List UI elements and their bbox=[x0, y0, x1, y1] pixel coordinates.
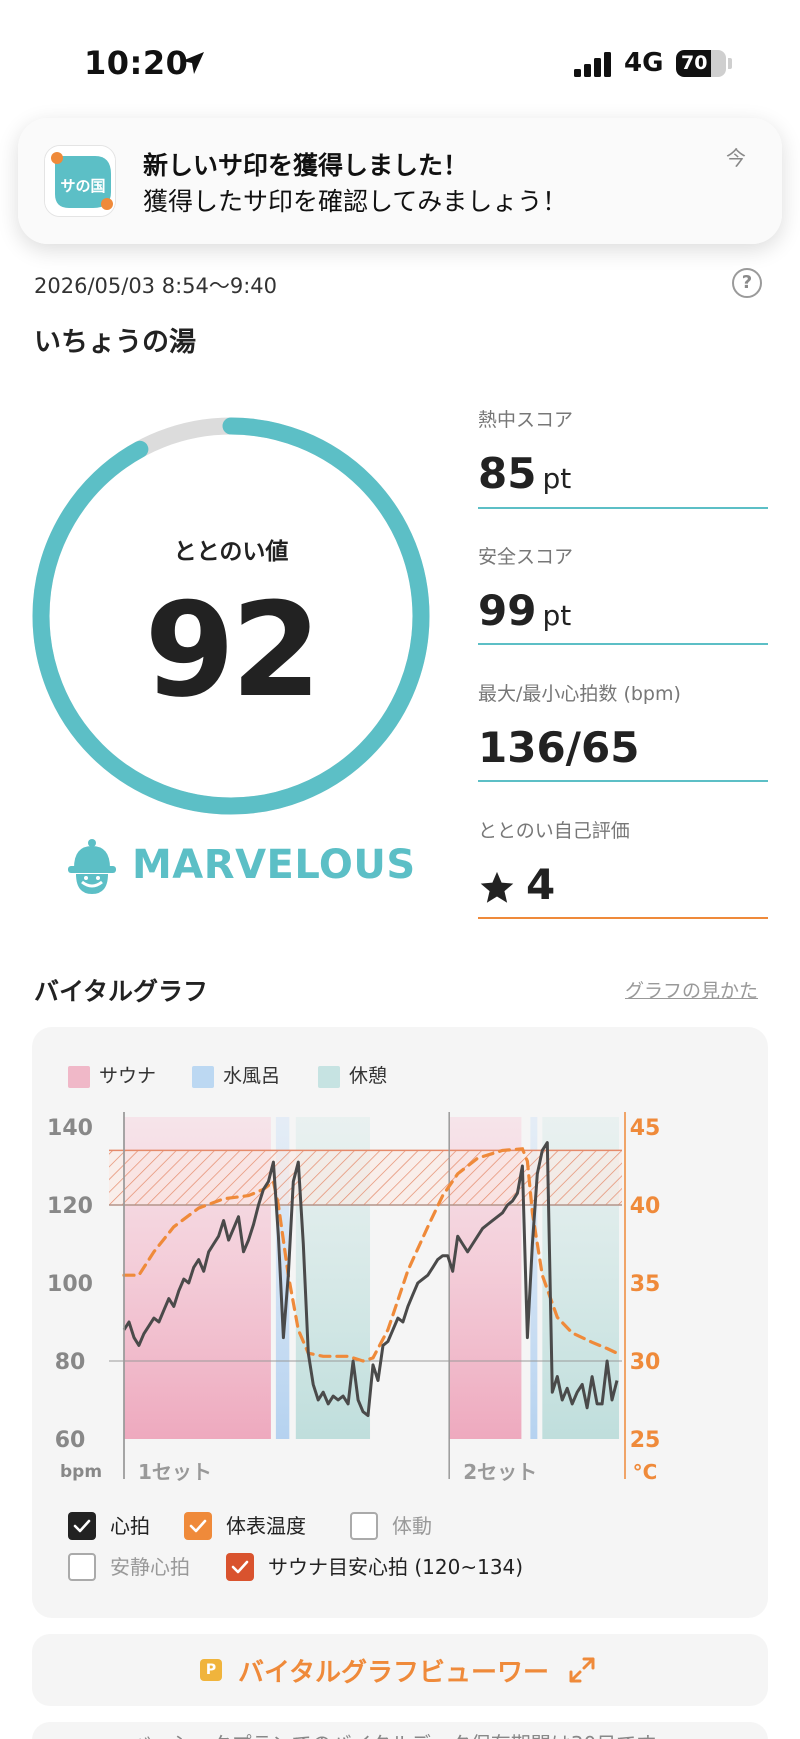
score-label: ととのい値 bbox=[173, 539, 289, 565]
premium-badge: P bbox=[200, 1659, 222, 1681]
notification-time: 今 bbox=[726, 146, 746, 170]
notification-body: 獲得したサ印を確認してみましょう！ bbox=[143, 187, 568, 216]
score-value: 92 bbox=[144, 574, 322, 726]
metric-safety-score: 安全スコア 99 pt bbox=[478, 542, 768, 645]
checkbox[interactable] bbox=[226, 1553, 254, 1581]
toggle-label: 安静心拍 bbox=[110, 1555, 190, 1579]
clock-time: 10:20 bbox=[84, 44, 189, 82]
vital-graph-title: バイタルグラフ bbox=[34, 977, 209, 1006]
help-icon[interactable]: ? bbox=[732, 268, 762, 298]
right-tick-label: 25 bbox=[630, 1428, 661, 1453]
metric-heart-rate-range: 最大/最小心拍数 (bpm) 136/65 bbox=[478, 679, 768, 782]
metric-value: 4 bbox=[478, 857, 768, 913]
sa-no-kuni-logo-icon: サの国 bbox=[45, 146, 115, 216]
right-tick-label: 35 bbox=[630, 1272, 661, 1297]
left-tick-label: 100 bbox=[47, 1272, 93, 1297]
right-tick-label: 30 bbox=[630, 1350, 661, 1375]
location-arrow-icon bbox=[182, 52, 204, 74]
checkbox[interactable] bbox=[350, 1512, 378, 1540]
metric-value: 85 pt bbox=[478, 449, 572, 498]
left-axis-unit: bpm bbox=[60, 1462, 102, 1482]
session-datetime: 2026/05/03 8:54〜9:40 bbox=[34, 274, 278, 298]
vital-chart: 140 120 100 80 60 45 40 35 30 25 bpm °C 1セット 2セット bbox=[47, 1112, 661, 1484]
left-tick-label: 80 bbox=[55, 1350, 86, 1375]
battery-cap bbox=[728, 58, 732, 69]
app-icon-text: サの国 bbox=[60, 177, 105, 195]
expand-icon bbox=[569, 1657, 595, 1683]
metric-label: 最大/最小心拍数 (bpm) bbox=[478, 683, 681, 705]
toggle-label: サウナ目安心拍 (120~134) bbox=[268, 1555, 524, 1579]
app-icon: サの国 bbox=[44, 145, 116, 217]
metric-unit: pt bbox=[542, 462, 572, 495]
set-label: 2セット bbox=[463, 1460, 537, 1484]
battery-percent: 70 bbox=[681, 52, 708, 74]
right-tick-label: 45 bbox=[630, 1116, 661, 1141]
checkmark-icon bbox=[231, 1560, 249, 1574]
metric-underline bbox=[478, 507, 768, 509]
battery-icon: 70 bbox=[676, 50, 726, 77]
metric-underline bbox=[478, 643, 768, 645]
left-tick-label: 120 bbox=[47, 1194, 93, 1219]
facility-name: いちょうの湯 bbox=[34, 327, 196, 358]
metric-heat-score: 熱中スコア 85 pt bbox=[478, 405, 768, 509]
target-heart-rate-band bbox=[109, 1150, 622, 1205]
checkbox[interactable] bbox=[68, 1553, 96, 1581]
metric-underline bbox=[478, 780, 768, 782]
bottom-note-text: ベーシックプランでのバイタルデータ保存期間は30日です bbox=[132, 1728, 656, 1739]
metric-label: 安全スコア bbox=[478, 546, 574, 568]
metric-self-rating[interactable]: ととのい自己評価 4 bbox=[478, 816, 768, 919]
how-to-read-graph-link[interactable]: グラフの見かた bbox=[625, 976, 758, 1003]
toggle-label: 体動 bbox=[392, 1514, 432, 1538]
checkbox[interactable] bbox=[184, 1512, 212, 1540]
right-tick-label: 40 bbox=[630, 1194, 661, 1219]
metric-label: 熱中スコア bbox=[478, 409, 574, 431]
left-tick-label: 140 bbox=[47, 1116, 93, 1141]
network-type: 4G bbox=[624, 48, 664, 78]
toggle-label: 心拍 bbox=[110, 1514, 150, 1538]
metric-underline bbox=[478, 917, 768, 919]
push-notification[interactable]: サの国 新しいサ印を獲得しました！ 獲得したサ印を確認してみましょう！ 今 bbox=[18, 118, 782, 244]
left-tick-label: 60 bbox=[55, 1428, 86, 1453]
checkmark-icon bbox=[73, 1519, 91, 1533]
toggle-label: 体表温度 bbox=[226, 1514, 306, 1538]
cellular-signal-icon bbox=[574, 52, 611, 77]
notification-title: 新しいサ印を獲得しました！ bbox=[143, 151, 469, 180]
vital-graph-card: サウナ 水風呂 休憩 140 120 100 80 60 45 40 35 30… bbox=[32, 1027, 768, 1618]
vital-graph-viewer-button[interactable]: P バイタルグラフビューワー bbox=[32, 1634, 768, 1706]
metric-label: ととのい自己評価 bbox=[478, 820, 630, 842]
rank-label: MARVELOUS bbox=[132, 842, 416, 888]
bottom-note-banner: ベーシックプランでのバイタルデータ保存期間は30日です bbox=[32, 1722, 768, 1739]
checkmark-icon bbox=[189, 1519, 207, 1533]
checkbox[interactable] bbox=[68, 1512, 96, 1540]
metric-value: 136/65 bbox=[478, 723, 640, 772]
star-icon bbox=[480, 871, 514, 903]
viewer-button-label: バイタルグラフビューワー bbox=[238, 1658, 549, 1688]
metric-unit: pt bbox=[542, 599, 572, 632]
sauna-hat-icon bbox=[68, 839, 116, 894]
set-label: 1セット bbox=[138, 1460, 212, 1484]
metric-value: 99 pt bbox=[478, 586, 572, 635]
right-axis-unit: °C bbox=[633, 1460, 658, 1484]
status-bar: 10:20 4G 70 bbox=[0, 0, 800, 130]
